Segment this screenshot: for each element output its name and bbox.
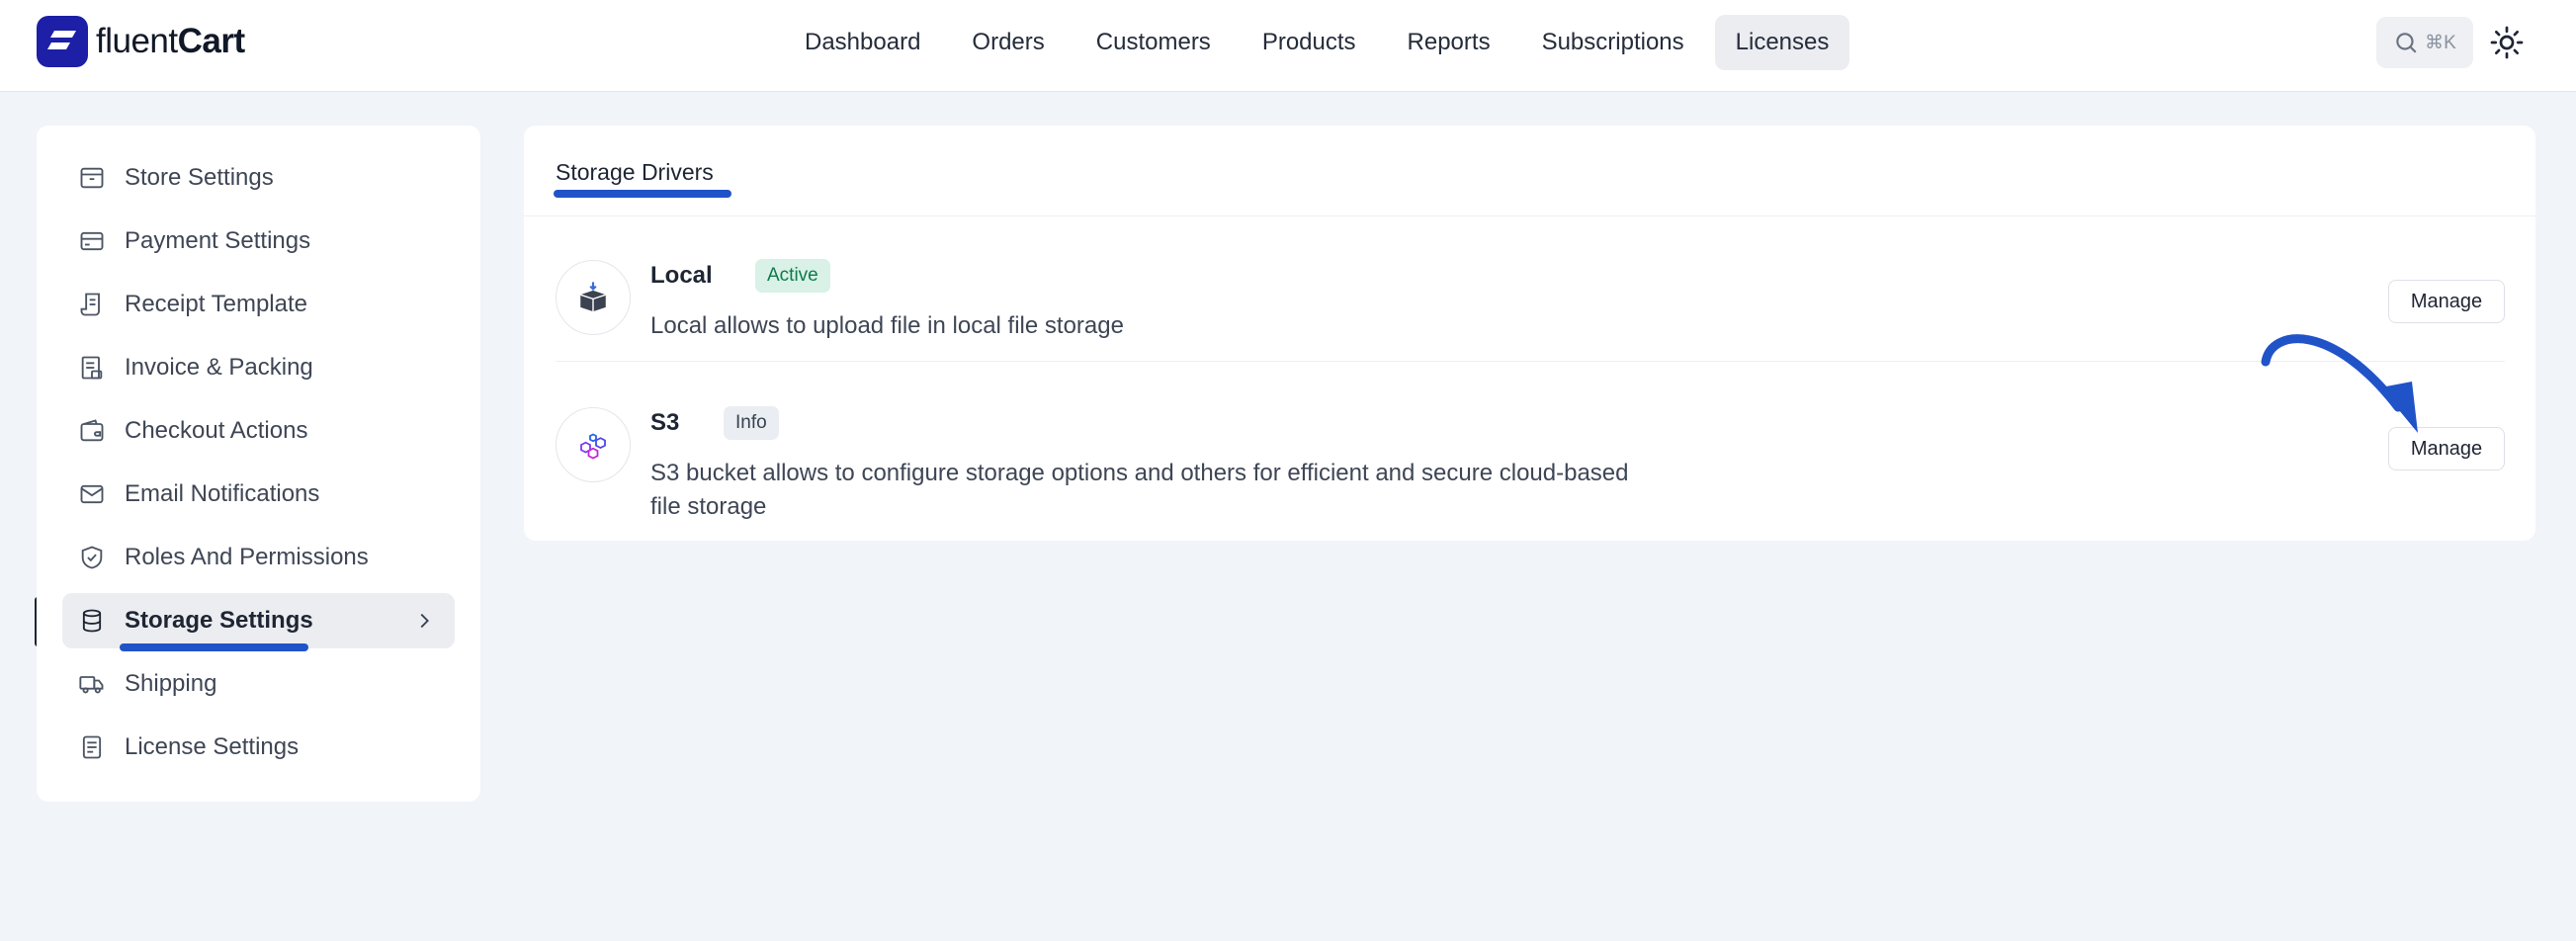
nav-orders[interactable]: Orders	[951, 15, 1065, 70]
fluentcart-logo-icon	[37, 16, 88, 67]
settings-sidebar: Store Settings Payment Settings Receipt …	[37, 126, 480, 802]
sidebar-item-license-settings[interactable]: License Settings	[62, 720, 455, 775]
sun-icon[interactable]	[2489, 25, 2525, 60]
truck-icon	[79, 676, 104, 694]
search-button[interactable]: ⌘K	[2376, 17, 2473, 68]
sidebar-item-payment-settings[interactable]: Payment Settings	[62, 214, 455, 269]
row-divider	[556, 361, 2505, 362]
manage-local-button[interactable]: Manage	[2388, 280, 2505, 323]
sidebar-item-receipt-template[interactable]: Receipt Template	[62, 277, 455, 332]
sidebar-item-label: Payment Settings	[125, 227, 311, 254]
store-icon	[80, 167, 104, 189]
search-shortcut: ⌘K	[2425, 32, 2456, 53]
sidebar-item-roles-permissions[interactable]: Roles And Permissions	[62, 530, 455, 585]
driver-description: S3 bucket allows to configure storage op…	[650, 460, 1629, 520]
sidebar-item-shipping[interactable]: Shipping	[62, 656, 455, 712]
receipt-icon	[80, 293, 100, 316]
nav-reports[interactable]: Reports	[1387, 15, 1511, 70]
driver-name: Local	[650, 262, 713, 289]
nav-dashboard[interactable]: Dashboard	[784, 15, 941, 70]
nav-licenses[interactable]: Licenses	[1714, 15, 1850, 70]
sidebar-item-label: Shipping	[125, 670, 217, 697]
storage-settings-underline	[120, 643, 308, 651]
sidebar-item-label: Storage Settings	[125, 607, 313, 634]
driver-description: Local allows to upload file in local fil…	[650, 312, 1124, 339]
nav-subscriptions[interactable]: Subscriptions	[1521, 15, 1705, 70]
credit-card-icon	[80, 231, 104, 251]
nav-products[interactable]: Products	[1242, 15, 1377, 70]
sidebar-item-label: Email Notifications	[125, 480, 320, 507]
sidebar-item-invoice-packing[interactable]: Invoice & Packing	[62, 340, 455, 395]
sidebar-item-label: Roles And Permissions	[125, 544, 369, 570]
driver-row-local: Local Active Local allows to upload file…	[556, 259, 2505, 349]
search-icon	[2396, 33, 2417, 53]
database-icon	[82, 609, 102, 633]
s3-cubes-icon	[580, 433, 606, 460]
sidebar-item-label: Checkout Actions	[125, 417, 308, 444]
status-badge: Active	[755, 259, 830, 293]
sidebar-item-storage-settings[interactable]: Storage Settings	[62, 593, 455, 648]
sidebar-item-label: Receipt Template	[125, 291, 307, 317]
driver-name: S3	[650, 409, 680, 436]
main-nav: Dashboard Orders Customers Products Repo…	[784, 15, 1850, 70]
sidebar-item-email-notifications[interactable]: Email Notifications	[62, 467, 455, 522]
sidebar-item-label: Store Settings	[125, 164, 274, 191]
sidebar-item-checkout-actions[interactable]: Checkout Actions	[62, 403, 455, 459]
info-badge[interactable]: Info	[724, 406, 779, 440]
mail-icon	[80, 484, 104, 504]
driver-icon-container	[556, 260, 631, 335]
top-bar: fluentCart Dashboard Orders Customers Pr…	[0, 0, 2576, 92]
brand-logo[interactable]: fluentCart	[37, 16, 245, 67]
chevron-right-icon	[420, 613, 429, 629]
tab-underline	[554, 190, 731, 198]
driver-icon-container	[556, 407, 631, 482]
sidebar-item-store-settings[interactable]: Store Settings	[62, 150, 455, 206]
wallet-icon	[80, 419, 104, 442]
sidebar-item-label: Invoice & Packing	[125, 354, 313, 381]
invoice-icon	[81, 356, 103, 380]
storage-drivers-panel: Storage Drivers Local Active Local allow…	[524, 126, 2535, 541]
document-icon	[82, 735, 102, 759]
divider	[524, 215, 2535, 216]
sidebar-item-label: License Settings	[125, 733, 300, 760]
box-icon	[580, 282, 606, 312]
nav-customers[interactable]: Customers	[1075, 15, 1232, 70]
shield-check-icon	[81, 546, 103, 569]
brand-name: fluentCart	[96, 22, 245, 60]
tab-storage-drivers[interactable]: Storage Drivers	[556, 159, 714, 186]
driver-row-s3: S3 Info S3 bucket allows to configure st…	[556, 406, 2505, 520]
annotation-arrow-icon	[2261, 334, 2418, 433]
